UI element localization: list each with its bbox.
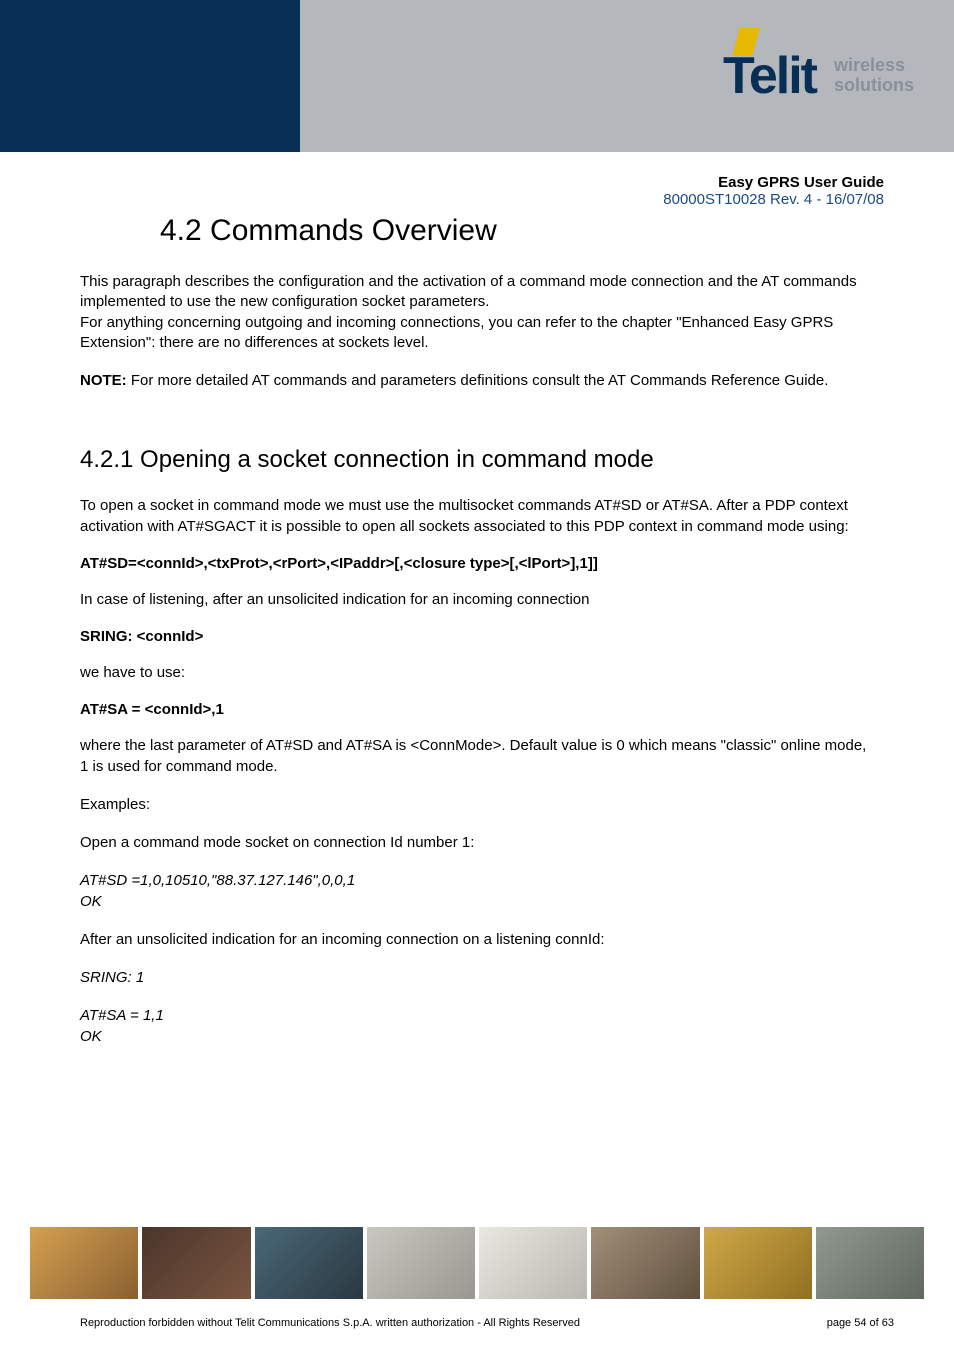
- tagline-line-2: solutions: [834, 76, 914, 96]
- example1-ok: OK: [80, 892, 874, 912]
- page-content: 4.2 Commands Overview This paragraph des…: [0, 214, 954, 1047]
- strip-thumb-3: [255, 1227, 363, 1299]
- strip-thumb-2: [142, 1227, 250, 1299]
- example1-desc: Open a command mode socket on connection…: [80, 833, 874, 853]
- example2-sring-block: SRING: 1: [80, 968, 874, 988]
- header-dark-block: [0, 0, 300, 152]
- sub-p4: where the last parameter of AT#SD and AT…: [80, 736, 874, 777]
- command-atsd: AT#SD=<connId>,<txProt>,<rPort>,<IPaddr>…: [80, 555, 874, 572]
- doc-revision: 80000ST10028 Rev. 4 - 16/07/08: [0, 191, 884, 208]
- intro-paragraph: This paragraph describes the configurati…: [80, 272, 874, 353]
- note-text: For more detailed AT commands and parame…: [127, 372, 829, 389]
- document-header: Easy GPRS User Guide 80000ST10028 Rev. 4…: [0, 152, 954, 208]
- footer-page-number: page 54 of 63: [827, 1317, 894, 1329]
- telit-logo: Telit: [723, 46, 816, 106]
- strip-thumb-6: [591, 1227, 699, 1299]
- logo-container: Telit wireless solutions: [723, 46, 914, 106]
- example2-sring: SRING: 1: [80, 968, 874, 988]
- command-sring: SRING: <connId>: [80, 628, 874, 645]
- command-atsa: AT#SA = <connId>,1: [80, 701, 874, 718]
- doc-title: Easy GPRS User Guide: [0, 174, 884, 191]
- page-footer: Reproduction forbidden without Telit Com…: [80, 1317, 894, 1329]
- note-label: NOTE:: [80, 372, 127, 389]
- examples-label: Examples:: [80, 795, 874, 815]
- note-paragraph: NOTE: For more detailed AT commands and …: [80, 371, 874, 391]
- sub-p2: In case of listening, after an unsolicit…: [80, 590, 874, 610]
- example1-block: AT#SD =1,0,10510,"88.37.127.146",0,0,1 O…: [80, 871, 874, 912]
- section-heading: 4.2 Commands Overview: [160, 214, 874, 248]
- sub-p3: we have to use:: [80, 663, 874, 683]
- strip-thumb-8: [816, 1227, 924, 1299]
- subsection-heading: 4.2.1 Opening a socket connection in com…: [80, 446, 874, 474]
- example1-cmd: AT#SD =1,0,10510,"88.37.127.146",0,0,1: [80, 871, 874, 891]
- logo-tagline: wireless solutions: [834, 56, 914, 96]
- strip-thumb-4: [367, 1227, 475, 1299]
- strip-thumb-7: [704, 1227, 812, 1299]
- header-grey-block: Telit wireless solutions: [300, 0, 954, 152]
- strip-thumb-5: [479, 1227, 587, 1299]
- example2-cmd-block: AT#SA = 1,1 OK: [80, 1006, 874, 1047]
- sub-p1: To open a socket in command mode we must…: [80, 496, 874, 537]
- tagline-line-1: wireless: [834, 56, 914, 76]
- decorative-image-strip: [30, 1227, 924, 1299]
- example2-ok: OK: [80, 1027, 874, 1047]
- footer-copyright: Reproduction forbidden without Telit Com…: [80, 1317, 580, 1329]
- example2-cmd: AT#SA = 1,1: [80, 1006, 874, 1026]
- logo-text: Telit: [723, 47, 816, 105]
- example2-desc: After an unsolicited indication for an i…: [80, 930, 874, 950]
- strip-thumb-1: [30, 1227, 138, 1299]
- header-bar: Telit wireless solutions: [0, 0, 954, 152]
